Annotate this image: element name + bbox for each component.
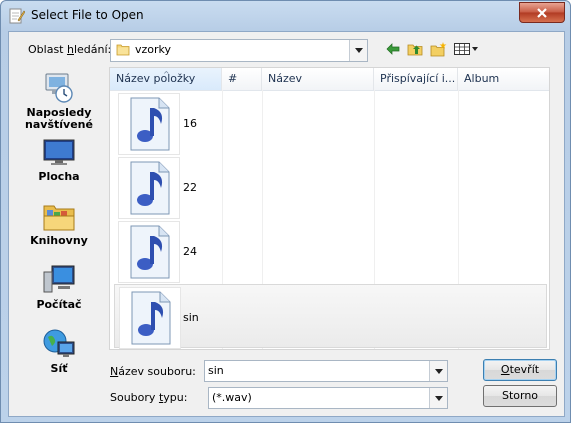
title-bar[interactable]: Select File to Open <box>1 1 570 31</box>
audio-file-icon <box>118 157 180 219</box>
places-bar: Naposledy navštívené Plocha Knihovny Poč… <box>16 68 102 375</box>
place-label: Knihovny <box>30 234 88 247</box>
file-row[interactable]: 24 <box>110 219 549 283</box>
place-label: Plocha <box>38 170 80 183</box>
place-computer[interactable]: Počítač <box>16 264 102 311</box>
place-label: Naposledy navštívené <box>25 106 93 131</box>
file-name-label: Název souboru: <box>110 365 196 378</box>
place-desktop[interactable]: Plocha <box>16 136 102 183</box>
up-folder-icon[interactable] <box>406 41 424 57</box>
look-in-label: Oblast hledání: <box>28 43 112 56</box>
column-header-title[interactable]: Název <box>262 68 374 90</box>
place-libraries[interactable]: Knihovny <box>16 200 102 247</box>
desktop-icon <box>42 136 76 168</box>
file-row[interactable]: 16 <box>110 91 549 155</box>
document-edit-icon <box>9 8 25 24</box>
file-name: 16 <box>183 117 197 130</box>
dialog-client: Oblast hledání: vzorky Naposledy navštív… <box>8 31 565 417</box>
column-header-item-name[interactable]: ^ Název položky <box>110 68 222 90</box>
chevron-down-icon[interactable] <box>349 40 367 61</box>
place-network[interactable]: Síť <box>16 328 102 375</box>
file-name: 24 <box>183 245 197 258</box>
file-list[interactable]: ^ Název položky # Název Přispívající i..… <box>109 67 550 350</box>
recent-places-icon <box>42 72 76 104</box>
close-icon <box>537 7 547 18</box>
look-in-combobox[interactable]: vzorky <box>110 39 368 62</box>
file-row-selected[interactable]: sin <box>114 284 547 349</box>
audio-file-icon <box>118 93 180 155</box>
file-name: sin <box>183 311 199 324</box>
file-type-label: Soubory typu: <box>110 391 188 404</box>
new-folder-icon[interactable] <box>429 41 447 57</box>
place-label: Počítač <box>36 298 82 311</box>
place-label: Síť <box>50 362 68 375</box>
network-icon <box>42 328 76 360</box>
file-name-input[interactable]: sin <box>208 364 224 377</box>
column-header-number[interactable]: # <box>222 68 262 90</box>
file-name: 22 <box>183 181 197 194</box>
audio-file-icon <box>119 287 181 349</box>
folder-icon <box>116 44 130 56</box>
file-type-value: (*.wav) <box>212 391 252 404</box>
libraries-icon <box>42 200 76 232</box>
sort-up-icon: ^ <box>163 70 170 79</box>
column-header-artist[interactable]: Přispívající i... <box>374 68 458 90</box>
dialog-window: Select File to Open Oblast hledání: vzor… <box>0 0 571 423</box>
file-type-select[interactable]: (*.wav) <box>208 387 448 409</box>
look-in-value: vzorky <box>135 43 172 56</box>
chevron-down-icon[interactable] <box>429 361 447 381</box>
place-recent[interactable]: Naposledy navštívené <box>16 72 102 131</box>
view-menu-icon[interactable] <box>453 41 479 57</box>
window-title: Select File to Open <box>31 8 144 22</box>
cancel-button[interactable]: Storno <box>483 385 557 407</box>
file-row[interactable]: 22 <box>110 155 549 219</box>
audio-file-icon <box>118 221 180 283</box>
list-header: ^ Název položky # Název Přispívající i..… <box>110 68 549 91</box>
computer-icon <box>42 264 76 296</box>
column-header-album[interactable]: Album <box>458 68 549 90</box>
back-icon[interactable] <box>384 41 402 57</box>
close-button[interactable] <box>519 2 565 23</box>
file-name-combobox[interactable]: sin <box>204 360 448 382</box>
chevron-down-icon[interactable] <box>429 388 447 408</box>
open-button[interactable]: Otevřít <box>483 359 557 381</box>
